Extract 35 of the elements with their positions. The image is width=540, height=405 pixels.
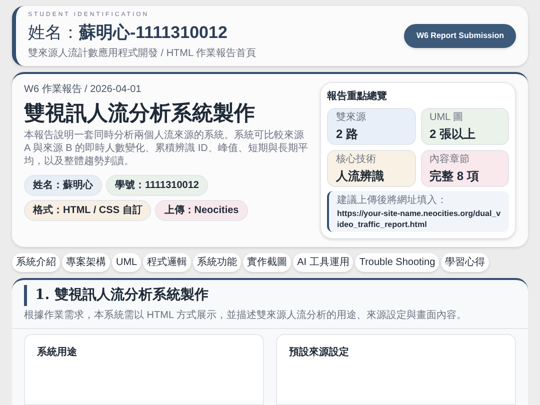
stat-label: 核心技術: [336, 152, 377, 166]
report-submission-button[interactable]: W6 Report Submission: [404, 24, 516, 48]
site-url: https://your-site-name.neocities.org/dual_video_traffic_report.html: [337, 208, 501, 230]
section-nav-chip[interactable]: 系統介紹: [12, 252, 60, 272]
section-nav-chip[interactable]: UML: [112, 252, 142, 272]
name-label: 姓名：: [28, 22, 79, 44]
info-tag: 格式：HTML / CSS 自訂: [24, 200, 152, 221]
report-meta: W6 作業報告 / 2026-04-01: [24, 82, 142, 96]
card-title: 系統用途: [37, 346, 77, 358]
stat-label: 雙來源: [336, 110, 367, 124]
stat-value: 完整 8 項: [430, 168, 480, 184]
card-title: 預設來源設定: [289, 346, 349, 358]
note-label: 建議上傳後將網址填入：: [337, 194, 448, 208]
student-name: 蘇明心-1111310012: [79, 22, 228, 44]
section-nav-chip[interactable]: 系統功能: [193, 252, 242, 272]
stat-value: 2 路: [336, 126, 360, 142]
section-nav-chip[interactable]: AI 工具運用: [293, 252, 354, 272]
section-description: 根據作業需求，本系統需以 HTML 方式展示，並描述雙來源人流分析的用途、來源設定與畫面內容。: [24, 308, 468, 322]
info-tag: 上傳：Neocities: [155, 200, 248, 221]
section-nav-chip[interactable]: 專案架構: [62, 252, 110, 272]
info-tag: 學號：1111310012: [106, 174, 208, 196]
section-nav-chip[interactable]: 程式邏輯: [143, 252, 192, 272]
section-nav-chip[interactable]: Trouble Shooting: [355, 252, 440, 272]
stat-value: 人流辨識: [336, 168, 385, 184]
stat-label: UML 圖: [430, 110, 464, 124]
header-subtitle: 雙來源人流計數應用程式開發 / HTML 作業報告首頁: [28, 46, 256, 60]
info-tag: 姓名：蘇明心: [24, 174, 102, 196]
stat-label: 內容章節: [430, 152, 470, 166]
overview-title: 報告重點總覽: [327, 90, 388, 104]
section-nav-chip[interactable]: 實作截圖: [243, 252, 292, 272]
stat-value: 2 張以上: [430, 126, 477, 142]
report-title: 雙視訊人流分析系統製作: [24, 100, 256, 126]
section-nav-chip[interactable]: 學習心得: [441, 252, 490, 272]
report-description: 本報告說明一套同時分析兩個人流來源的系統。系統可比較來源 A 與來源 B 的即時人數變化、累積辨識 ID、峰值、短期與長期平均，以及整體趨勢判讀。: [24, 128, 308, 168]
section-title: 1. 雙視訊人流分析系統製作: [24, 284, 516, 306]
